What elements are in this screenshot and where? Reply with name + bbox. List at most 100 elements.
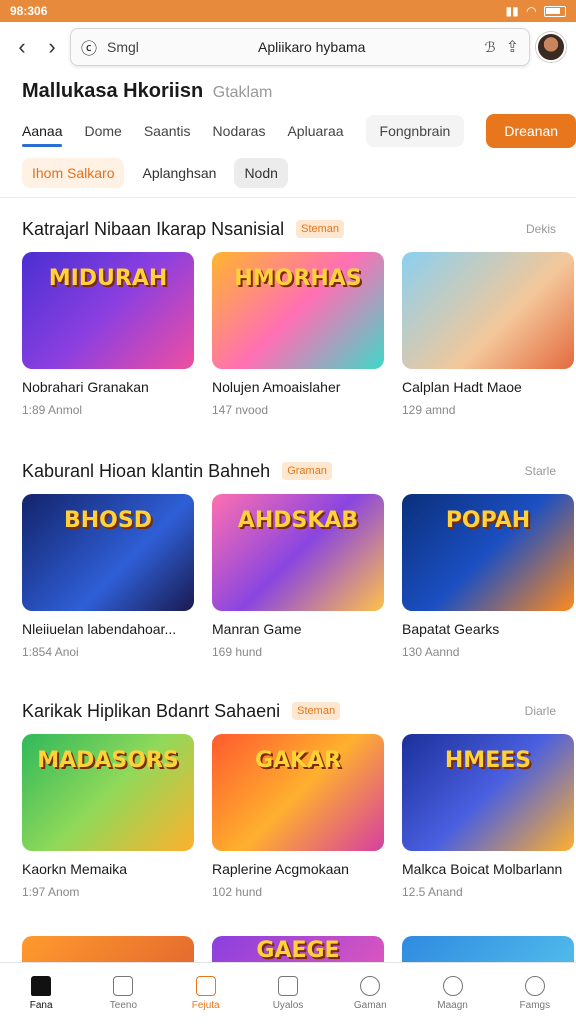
search-label: Smgl xyxy=(107,39,139,55)
nav-item-updates[interactable]: Uyalos xyxy=(258,976,318,1011)
nav-label: Gaman xyxy=(353,1000,387,1011)
game-thumbnail[interactable]: GAKAR xyxy=(212,734,384,851)
card-row: GAEGE xyxy=(22,936,576,962)
see-all-link[interactable]: Dekis xyxy=(526,222,556,236)
translate-icon[interactable]: ℬ xyxy=(485,39,496,56)
nav-item-store[interactable]: Teeno xyxy=(93,976,153,1011)
section-title: Karikak Hiplikan Bdanrt Sahaeni xyxy=(22,700,281,721)
game-thumbnail[interactable]: MADASORS xyxy=(22,734,194,851)
see-all-link[interactable]: Diarle xyxy=(525,704,556,718)
card-row: MIDURAH Nobrahari Granakan 1:89 Anmol HM… xyxy=(22,252,576,417)
chip-1[interactable]: Aplanghsan xyxy=(132,158,226,188)
chip-2[interactable]: Nodn xyxy=(234,158,288,188)
person-icon xyxy=(524,976,545,996)
cta-button[interactable]: Dreanan xyxy=(486,114,576,148)
game-card[interactable] xyxy=(22,936,194,962)
game-card[interactable]: GAEGE xyxy=(212,936,384,962)
tab-2[interactable]: Saantis xyxy=(144,115,191,147)
game-meta: 12.5 Anand xyxy=(402,885,463,899)
tab-3[interactable]: Nodaras xyxy=(213,115,266,147)
see-all-link[interactable]: Starle xyxy=(525,464,556,478)
game-title: Nobrahari Granakan xyxy=(22,379,149,395)
game-thumbnail[interactable]: BHOSD xyxy=(22,494,194,611)
peek-row: GAEGE xyxy=(22,936,576,962)
game-card[interactable] xyxy=(402,936,574,962)
nav-item-games[interactable]: Gaman xyxy=(340,976,400,1011)
tab-4[interactable]: Apluaraa xyxy=(287,115,343,147)
thumbnail-art-text: MADASORS xyxy=(37,748,179,773)
game-section: Karikak Hiplikan Bdanrt Sahaeni Steman D… xyxy=(22,698,576,899)
filter-chips: Ihom Salkaro Aplanghsan Nodn xyxy=(22,158,288,188)
game-thumbnail[interactable]: MIDURAH xyxy=(22,252,194,369)
chip-0[interactable]: Ihom Salkaro xyxy=(22,158,125,188)
game-thumbnail[interactable] xyxy=(402,936,574,962)
game-card[interactable]: Calplan Hadt Maoe 129 amnd xyxy=(402,252,574,417)
game-title: Manran Game xyxy=(212,621,302,637)
page-title-main: Mallukasa Hkoriisn xyxy=(22,80,204,102)
game-meta: 1:89 Anmol xyxy=(22,403,83,417)
nav-item-featured[interactable]: Fejuta xyxy=(176,976,236,1011)
section-header: Karikak Hiplikan Bdanrt Sahaeni Steman D… xyxy=(22,698,576,724)
game-thumbnail[interactable]: POPAH xyxy=(402,494,574,611)
game-thumbnail[interactable] xyxy=(22,936,194,962)
nav-label: Famgs xyxy=(519,1000,551,1011)
game-card[interactable]: HMORHAS Nolujen Amoaislaher 147 nvood xyxy=(212,252,384,417)
game-card[interactable]: POPAH Bapatat Gearks 130 Aannd xyxy=(402,494,574,659)
forward-arrow-icon[interactable]: › xyxy=(40,34,64,59)
thumbnail-art-text: GAEGE xyxy=(256,938,340,962)
site-info-icon[interactable]: ⓒ xyxy=(81,35,97,59)
nav-label: Fana xyxy=(29,1000,53,1011)
game-thumbnail[interactable] xyxy=(402,252,574,369)
section-badge: Graman xyxy=(282,462,332,480)
game-title: Kaorkn Memaika xyxy=(22,861,128,877)
thumbnail-art-text: BHOSD xyxy=(64,508,152,533)
game-thumbnail[interactable]: HMORHAS xyxy=(212,252,384,369)
card-row: MADASORS Kaorkn Memaika 1:97 Anom GAKAR … xyxy=(22,734,576,899)
game-card[interactable]: MADASORS Kaorkn Memaika 1:97 Anom xyxy=(22,734,194,899)
game-thumbnail[interactable]: HMEES xyxy=(402,734,574,851)
section-badge: Steman xyxy=(292,702,341,720)
section-badge: Steman xyxy=(296,220,345,238)
tab-1[interactable]: Dome xyxy=(84,115,121,147)
nav-label: Maagn xyxy=(437,1000,468,1011)
avatar[interactable] xyxy=(536,32,566,62)
game-meta: 1:854 Anoi xyxy=(22,645,79,659)
game-section: Kaburanl Hioan klantin Bahneh Graman Sta… xyxy=(22,458,576,659)
share-icon[interactable]: ⇪ xyxy=(506,37,519,57)
thumbnail-art-text: POPAH xyxy=(445,508,531,533)
nav-item-home[interactable]: Fana xyxy=(11,976,71,1011)
game-thumbnail[interactable]: AHDSKAB xyxy=(212,494,384,611)
status-bar: 98:306 ▮▮ ◠ xyxy=(0,0,576,22)
thumbnail-art-text: GAKAR xyxy=(254,748,342,773)
list-icon xyxy=(195,976,216,996)
game-card[interactable]: MIDURAH Nobrahari Granakan 1:89 Anmol xyxy=(22,252,194,417)
game-thumbnail[interactable]: GAEGE xyxy=(212,936,384,962)
thumbnail-art-text: HMORHAS xyxy=(234,266,362,291)
address-bar[interactable]: ⓒ Smgl Apliikaro hybama ℬ ⇪ xyxy=(70,28,530,66)
game-title: Bapatat Gearks xyxy=(402,621,500,637)
game-meta: 147 nvood xyxy=(212,403,269,417)
status-time: 98:306 xyxy=(10,4,48,18)
game-card[interactable]: AHDSKAB Manran Game 169 hund xyxy=(212,494,384,659)
game-title: Raplerine Acgmokaan xyxy=(212,861,349,877)
game-card[interactable]: GAKAR Raplerine Acgmokaan 102 hund xyxy=(212,734,384,899)
nav-item-profile[interactable]: Famgs xyxy=(505,976,565,1011)
game-card[interactable]: BHOSD Nleiiuelan labendahoar... 1:854 An… xyxy=(22,494,194,659)
nav-label: Fejuta xyxy=(191,1000,220,1011)
nav-item-messages[interactable]: Maagn xyxy=(423,976,483,1011)
game-section: Katrajarl Nibaan Ikarap Nsanisial Steman… xyxy=(22,216,576,417)
url-text[interactable]: Apliikaro hybama xyxy=(149,39,475,55)
bottom-nav: Fana Teeno Fejuta Uyalos Gaman Maagn Fam… xyxy=(0,962,576,1024)
chat-icon xyxy=(442,976,463,996)
thumbnail-art-text: MIDURAH xyxy=(48,266,168,291)
game-card[interactable]: HMEES Malkca Boicat Molbarlann 12.5 Anan… xyxy=(402,734,574,899)
tab-pill[interactable]: Fongnbrain xyxy=(365,115,465,147)
game-meta: 130 Aannd xyxy=(402,645,460,659)
thumbnail-art-text: HMEES xyxy=(444,748,532,773)
tab-0[interactable]: Aanaa xyxy=(22,115,63,147)
document-icon xyxy=(277,976,298,996)
thumbnail-art-text: AHDSKAB xyxy=(237,508,359,533)
page-title-sub: Gtaklam xyxy=(212,84,273,101)
back-arrow-icon[interactable]: ‹ xyxy=(10,34,34,59)
wifi-icon: ◠ xyxy=(526,4,536,18)
